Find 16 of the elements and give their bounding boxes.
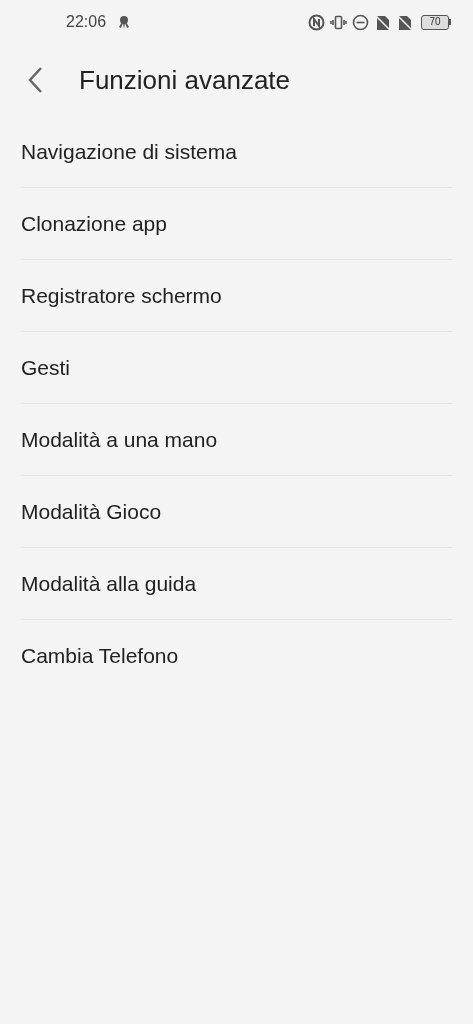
settings-item[interactable]: Navigazione di sistema [21, 135, 237, 168]
settings-item[interactable]: Registratore schermo [21, 279, 222, 312]
status-time: 22:06 [66, 12, 107, 32]
settings-item[interactable]: Modalità alla guida [21, 567, 197, 600]
no-sim-icon [374, 13, 391, 31]
settings-item[interactable]: Cambia Telefono [21, 640, 179, 672]
nfc-icon [308, 13, 325, 31]
vibrate-icon [330, 13, 347, 31]
battery-indicator: 70 [421, 14, 451, 30]
settings-item[interactable]: Clonazione app [21, 207, 167, 240]
no-sim-icon [396, 13, 413, 31]
settings-item[interactable]: Modalità Gioco [21, 495, 162, 528]
settings-item[interactable]: Modalità a una mano [21, 423, 218, 456]
settings-item[interactable]: Gesti [21, 351, 70, 384]
do-not-disturb-icon [352, 13, 369, 31]
page-title: Funzioni avanzate [79, 63, 291, 97]
